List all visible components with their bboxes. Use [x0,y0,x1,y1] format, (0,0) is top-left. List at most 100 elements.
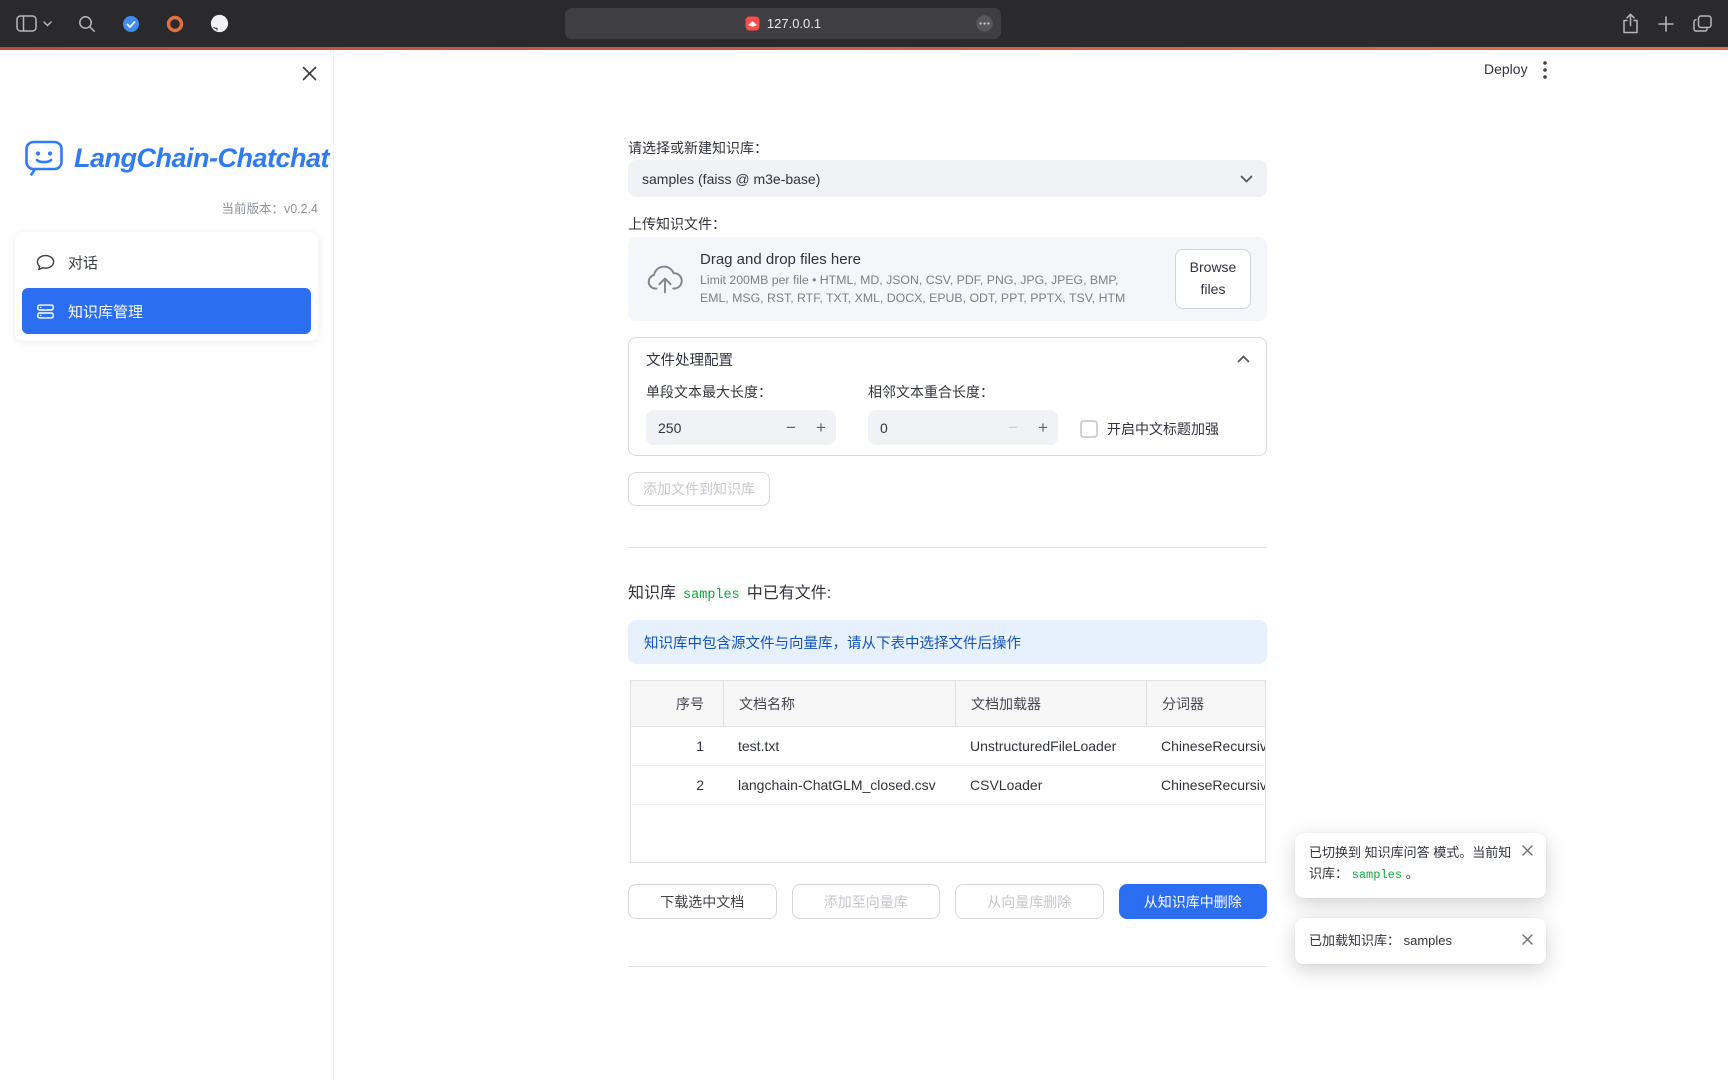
table-header-name[interactable]: 文档名称 [723,681,955,726]
overlap-size-group: 相邻文本重合长度： 0 − + [868,382,1058,445]
table-header-row: 序号 文档名称 文档加载器 分词器 [631,681,1265,727]
dropzone-text: Drag and drop files here Limit 200MB per… [700,251,1128,308]
search-icon[interactable] [78,15,96,33]
hdd-stack-icon [36,302,55,321]
delete-from-vector-store-button[interactable]: 从向量库删除 [955,884,1104,919]
overlap-size-label: 相邻文本重合长度： [868,382,1058,402]
table-action-buttons: 下载选中文档 添加至向量库 从向量库删除 从知识库中删除 [628,884,1267,919]
zh-title-enhance-checkbox[interactable] [1080,420,1098,438]
dropzone-title: Drag and drop files here [700,251,1128,268]
overlap-size-value[interactable]: 0 [868,420,998,436]
sidebar: LangChain-Chatchat 当前版本：v0.2.4 对话 知识库管理 [0,50,334,1080]
table-row[interactable]: 2 langchain-ChatGLM_closed.csv CSVLoader… [631,766,1265,805]
chevron-down-icon[interactable] [43,21,52,27]
pinned-tab-icon-2[interactable] [166,15,184,33]
expander-body: 单段文本最大长度： 250 − + 相邻文本重合长度： 0 − + [629,380,1266,445]
chrome-left-controls [16,0,229,47]
kb-select[interactable]: samples (faiss @ m3e-base) [628,160,1267,197]
overlap-size-input[interactable]: 0 − + [868,410,1058,445]
download-selected-button[interactable]: 下载选中文档 [628,884,777,919]
cell-loader[interactable]: UnstructuredFileLoader [955,727,1146,765]
app-version: 当前版本：v0.2.4 [221,198,318,217]
kb-files-heading-prefix: 知识库 [628,579,676,603]
dropzone-hint: Limit 200MB per file • HTML, MD, JSON, C… [700,272,1128,308]
delete-from-kb-button[interactable]: 从知识库中删除 [1119,884,1268,919]
tab-overview-icon[interactable] [1693,15,1712,32]
file-dropzone[interactable]: Drag and drop files here Limit 200MB per… [628,237,1267,321]
url-text: 127.0.0.1 [767,16,821,31]
sidebar-close-button[interactable] [297,61,321,85]
site-favicon [745,16,760,31]
toast-text: 已切换到 知识库问答 模式。当前知识库： samples 。 [1309,845,1511,881]
toast-close-icon[interactable] [1518,930,1537,949]
cell-no[interactable]: 2 [631,766,723,804]
expander-header[interactable]: 文件处理配置 [629,338,1266,380]
sidebar-item-label: 知识库管理 [68,301,143,322]
browser-chrome: 127.0.0.1 [0,0,1728,47]
screen: 127.0.0.1 LangChain-Cha [0,0,1728,1080]
chunk-size-value[interactable]: 250 [646,420,776,436]
kb-name-code: samples [683,588,740,603]
sidebar-toggle-icon[interactable] [16,15,37,32]
file-config-expander: 文件处理配置 单段文本最大长度： 250 − + 相邻文本重合长度： [628,337,1267,456]
cell-name[interactable]: langchain-ChatGLM_closed.csv [723,766,955,804]
toast-mode-switched: 已切换到 知识库问答 模式。当前知识库： samples 。 [1295,833,1546,898]
cell-loader[interactable]: CSVLoader [955,766,1146,804]
toast-kb-loaded: 已加载知识库： samples [1295,918,1546,964]
sidebar-item-dialogue[interactable]: 对话 [22,239,311,285]
page-settings-icon[interactable] [976,15,993,32]
kb-files-heading: 知识库 samples 中已有文件: [628,579,831,603]
chunk-size-label: 单段文本最大长度： [646,382,836,402]
kb-name-code: samples [1352,868,1402,882]
deploy-button[interactable]: Deploy [1484,61,1528,77]
table-header-splitter[interactable]: 分词器 [1146,681,1265,726]
kb-files-table[interactable]: 序号 文档名称 文档加载器 分词器 1 test.txt Unstructure… [630,680,1266,863]
toast-close-icon[interactable] [1518,841,1537,860]
overlap-size-decrement-button[interactable]: − [998,410,1028,445]
cell-no[interactable]: 1 [631,727,723,765]
new-tab-icon[interactable] [1658,16,1674,32]
main-content: 请选择或新建知识库： samples (faiss @ m3e-base) 上传… [628,50,1267,1080]
share-icon[interactable] [1622,13,1639,34]
chrome-right-controls [1622,0,1712,47]
table-row[interactable]: 1 test.txt UnstructuredFileLoader Chines… [631,727,1265,766]
expander-title: 文件处理配置 [646,349,733,370]
divider [628,966,1267,967]
chatbot-logo-icon [24,138,64,178]
sidebar-item-knowledge-base[interactable]: 知识库管理 [22,288,311,334]
zh-title-enhance-group: 开启中文标题加强 [1080,413,1219,445]
info-banner: 知识库中包含源文件与向量库，请从下表中选择文件后操作 [628,620,1267,664]
upload-label: 上传知识文件： [628,214,726,234]
chevron-up-icon [1237,355,1250,363]
main-menu-kebab-icon[interactable] [1543,61,1547,79]
add-to-vector-store-button[interactable]: 添加至向量库 [792,884,941,919]
chat-bubble-icon [36,253,55,272]
app-logo: LangChain-Chatchat [24,138,329,178]
toast-text: 已加载知识库： samples [1309,933,1452,948]
divider [628,547,1267,548]
chunk-size-group: 单段文本最大长度： 250 − + [646,382,836,445]
cell-splitter[interactable]: ChineseRecursive [1146,766,1265,804]
chunk-size-input[interactable]: 250 − + [646,410,836,445]
browse-files-button[interactable]: Browse files [1175,249,1251,308]
add-files-to-kb-button[interactable]: 添加文件到知识库 [628,472,770,506]
kb-select-value: samples (faiss @ m3e-base) [642,171,820,187]
table-header-no[interactable]: 序号 [631,681,723,726]
address-bar[interactable]: 127.0.0.1 [565,8,1001,39]
chunk-size-decrement-button[interactable]: − [776,410,806,445]
chunk-size-increment-button[interactable]: + [806,410,836,445]
cloud-upload-icon [646,264,684,294]
kb-files-heading-suffix: 中已有文件: [747,579,831,603]
cell-splitter[interactable]: ChineseRecursive [1146,727,1265,765]
github-icon[interactable] [210,14,229,33]
cell-name[interactable]: test.txt [723,727,955,765]
kb-select-label: 请选择或新建知识库： [628,138,768,158]
app-logo-text: LangChain-Chatchat [74,143,329,174]
pinned-tab-icon-1[interactable] [122,15,140,33]
chevron-down-icon [1240,175,1253,183]
table-header-loader[interactable]: 文档加载器 [955,681,1146,726]
zh-title-enhance-label: 开启中文标题加强 [1107,419,1219,439]
overlap-size-increment-button[interactable]: + [1028,410,1058,445]
sidebar-item-label: 对话 [68,252,98,273]
sidebar-menu: 对话 知识库管理 [15,232,318,341]
